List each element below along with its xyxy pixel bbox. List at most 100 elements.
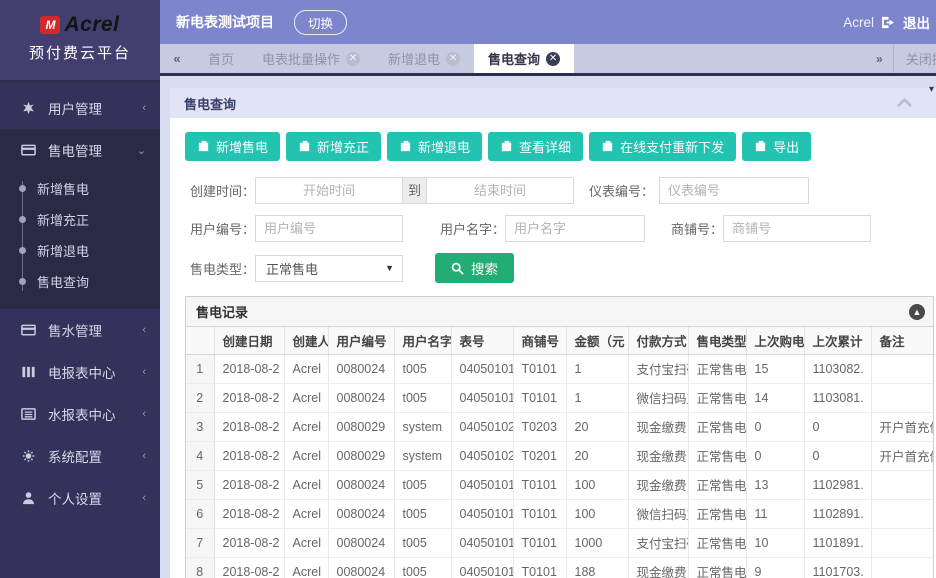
username[interactable]: Acrel xyxy=(843,15,874,30)
sidebar: M Acrel 预付费云平台 用户管理‹售电管理⌄新增售电新增充正新增退电售电查… xyxy=(0,0,160,578)
search-icon xyxy=(451,262,464,275)
card-icon xyxy=(20,323,37,338)
online-pay-resend-button[interactable]: 在线支付重新下发 xyxy=(589,132,736,161)
sidebar-item-label: 个人设置 xyxy=(48,488,102,508)
column-header: 用户编号 xyxy=(328,327,394,354)
cell: 04050101 xyxy=(451,557,513,578)
cell: 0080029 xyxy=(328,412,394,441)
sidebar-item-elec-report-center[interactable]: 电报表中心‹ xyxy=(0,351,160,393)
tab-meter-batch-ops[interactable]: 电表批量操作 ✕ xyxy=(248,44,374,73)
cell: 2018-08-2 xyxy=(214,412,284,441)
column-header: 创建人 xyxy=(284,327,328,354)
cell: 04050101 xyxy=(451,499,513,528)
sidebar-item-water-sale-mgmt[interactable]: 售水管理‹ xyxy=(0,309,160,351)
grid-scroll-area[interactable]: 创建日期创建人用户编号用户名字表号商铺号金额（元付款方式售电类型上次购电上次累计… xyxy=(186,327,933,578)
sidebar-item-personal-settings[interactable]: 个人设置‹ xyxy=(0,477,160,519)
tabs-scroll-right-icon[interactable]: » xyxy=(866,52,893,66)
tab-label: 新增退电 xyxy=(388,49,440,68)
sale-record-panel: 售电记录 ▲ 创建日期创建人用户编号用户名字表号商铺号金额（元付款方式售电类型上… xyxy=(185,296,934,578)
sidebar-subitem-sale-query[interactable]: 售电查询 xyxy=(0,266,160,297)
sidebar-subitem-add-correction[interactable]: 新增充正 xyxy=(0,204,160,235)
sale-type-select[interactable]: 正常售电 ▼ xyxy=(255,255,403,282)
grid-collapse-icon[interactable]: ▲ xyxy=(909,304,925,320)
doc-icon xyxy=(298,140,311,153)
table-row[interactable]: 42018-08-2Acrel0080029system04050102T020… xyxy=(186,441,933,470)
tab-close-icon[interactable]: ✕ xyxy=(346,52,360,66)
cell: 现金缴费 xyxy=(628,470,688,499)
cell: Acrel xyxy=(284,354,328,383)
export-button[interactable]: 导出 xyxy=(742,132,811,161)
view-detail-button[interactable]: 查看详细 xyxy=(488,132,583,161)
cell: 1102981. xyxy=(804,470,871,499)
logout-link[interactable]: 退出 xyxy=(903,12,930,32)
tab-home[interactable]: 首页 xyxy=(194,44,248,73)
row-index: 6 xyxy=(186,499,214,528)
tab-label: 电表批量操作 xyxy=(262,49,340,68)
tab-close-icon[interactable]: ✕ xyxy=(546,52,560,66)
chevron-left-icon: ‹ xyxy=(142,102,146,114)
cell: Acrel xyxy=(284,528,328,557)
cell: t005 xyxy=(394,528,451,557)
sidebar-item-sale-mgmt[interactable]: 售电管理⌄ xyxy=(0,129,160,171)
created-time-label: 创建时间： xyxy=(185,181,255,200)
cell: 2018-08-2 xyxy=(214,441,284,470)
table-row[interactable]: 52018-08-2Acrel0080024t00504050101T01011… xyxy=(186,470,933,499)
tabs-scroll-left-icon[interactable]: « xyxy=(160,44,194,73)
cell: 开户首充值 xyxy=(871,441,933,470)
brand-logo: M Acrel 预付费云平台 xyxy=(0,0,160,83)
cell: 0080024 xyxy=(328,470,394,499)
tab-add-refund[interactable]: 新增退电 ✕ xyxy=(374,44,474,73)
start-time-input[interactable] xyxy=(255,177,403,204)
meter-no-input[interactable] xyxy=(659,177,809,204)
sidebar-item-label: 电报表中心 xyxy=(48,362,116,382)
cell: 11 xyxy=(746,499,804,528)
table-row[interactable]: 82018-08-2Acrel0080024t00504050101T01011… xyxy=(186,557,933,578)
sidebar-item-user-mgmt[interactable]: 用户管理‹ xyxy=(0,87,160,129)
cell: T0203 xyxy=(513,412,566,441)
switch-project-button[interactable]: 切换 xyxy=(294,10,347,35)
cell: 13 xyxy=(746,470,804,499)
cell: 0 xyxy=(804,412,871,441)
table-row[interactable]: 32018-08-2Acrel0080029system04050102T020… xyxy=(186,412,933,441)
cell: T0101 xyxy=(513,470,566,499)
shop-no-input[interactable] xyxy=(723,215,871,242)
cell: 04050101 xyxy=(451,383,513,412)
end-time-input[interactable] xyxy=(426,177,574,204)
cell: 1 xyxy=(566,354,628,383)
cell: 1101703. xyxy=(804,557,871,578)
cell: 2018-08-2 xyxy=(214,528,284,557)
panel-collapse-icon[interactable] xyxy=(897,96,912,114)
add-correction-button[interactable]: 新增充正 xyxy=(286,132,381,161)
row-index: 8 xyxy=(186,557,214,578)
add-sale-button[interactable]: 新增售电 xyxy=(185,132,280,161)
table-row[interactable]: 22018-08-2Acrel0080024t00504050101T01011… xyxy=(186,383,933,412)
cell: 188 xyxy=(566,557,628,578)
tab-close-icon[interactable]: ✕ xyxy=(446,52,460,66)
cell xyxy=(871,354,933,383)
column-header xyxy=(186,327,214,354)
tab-sale-query[interactable]: 售电查询✕ xyxy=(474,44,574,73)
cell: 04050102 xyxy=(451,412,513,441)
sidebar-item-water-report-center[interactable]: 水报表中心‹ xyxy=(0,393,160,435)
sidebar-item-system-config[interactable]: 系统配置‹ xyxy=(0,435,160,477)
chevron-left-icon: ‹ xyxy=(142,450,146,462)
table-row[interactable]: 12018-08-2Acrel0080024t00504050101T01011… xyxy=(186,354,933,383)
sidebar-subitem-add-sale[interactable]: 新增售电 xyxy=(0,173,160,204)
project-name: 新电表测试项目 xyxy=(176,12,274,32)
add-refund-button[interactable]: 新增退电 xyxy=(387,132,482,161)
cell: 开户首充值 xyxy=(871,412,933,441)
sidebar-item-label: 售电管理 xyxy=(48,140,102,160)
user-name-input[interactable] xyxy=(505,215,645,242)
sidebar-subitem-add-refund[interactable]: 新增退电 xyxy=(0,235,160,266)
table-header-row: 创建日期创建人用户编号用户名字表号商铺号金额（元付款方式售电类型上次购电上次累计… xyxy=(186,327,933,354)
close-operations-menu[interactable]: 关闭操作 xyxy=(894,49,936,68)
table-row[interactable]: 62018-08-2Acrel0080024t00504050101T01011… xyxy=(186,499,933,528)
content-area: ▾ 售电查询 新增售电新增充正新增退电查看详细在线支付重新下发导出 创建时间： … xyxy=(160,79,936,578)
search-button[interactable]: 搜索 xyxy=(435,253,514,283)
table-row[interactable]: 72018-08-2Acrel0080024t00504050101T01011… xyxy=(186,528,933,557)
cell: 2018-08-2 xyxy=(214,354,284,383)
row-index: 2 xyxy=(186,383,214,412)
user-no-input[interactable] xyxy=(255,215,403,242)
brand-name: Acrel xyxy=(64,13,119,37)
scrollbar-arrow-icon[interactable]: ▾ xyxy=(929,84,934,95)
